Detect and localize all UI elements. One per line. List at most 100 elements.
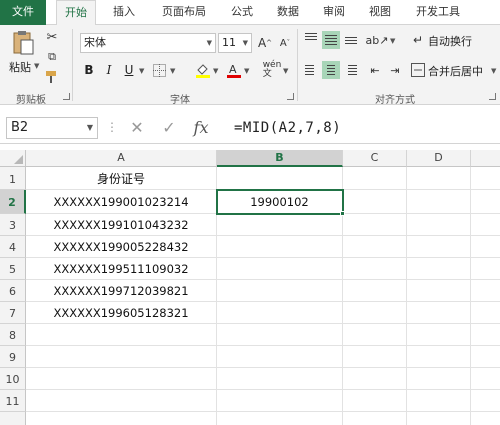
name-box-value: B2 (11, 120, 29, 135)
column-header-e[interactable] (471, 150, 500, 167)
cell-c2[interactable] (343, 190, 407, 214)
font-name-select[interactable]: 宋体 ▼ (80, 33, 216, 53)
row-header-6[interactable]: 6 (0, 280, 26, 302)
cancel-icon[interactable]: ✕ (126, 116, 148, 140)
middle-align-button[interactable] (322, 31, 340, 49)
font-group-label: 字体 (170, 95, 190, 106)
row-header-11[interactable]: 11 (0, 390, 26, 412)
cell-a2[interactable]: XXXXXX199001023214 (26, 190, 217, 214)
row-header-1[interactable]: 1 (0, 167, 26, 190)
font-color-dropdown-icon[interactable]: ▼ (244, 67, 249, 75)
row-header-8[interactable]: 8 (0, 324, 26, 346)
cell-e2[interactable] (471, 190, 500, 214)
tab-developer[interactable]: 开发工具 (408, 0, 468, 25)
clipboard-group-label: 剪贴板 (16, 95, 46, 106)
cell-a5[interactable]: XXXXXX199511109032 (26, 258, 217, 280)
chevron-down-icon: ▼ (86, 123, 93, 132)
decrease-indent-icon[interactable]: ⇤ (366, 61, 384, 79)
cell-b1[interactable] (217, 167, 343, 190)
column-d-cells[interactable] (407, 214, 471, 425)
alignment-launcher-icon[interactable] (489, 93, 496, 100)
column-header-c[interactable]: C (343, 150, 407, 167)
ribbon-tab-bar: 文件 开始 插入 页面布局 公式 数据 审阅 视图 开发工具 (0, 0, 500, 26)
center-align-button[interactable] (322, 61, 340, 79)
paste-dropdown-icon[interactable]: ▼ (34, 62, 39, 70)
cell-a3[interactable]: XXXXXX199101043232 (26, 214, 217, 236)
shrink-font-icon[interactable]: Aˇ (276, 35, 294, 51)
bottom-align-button[interactable] (342, 31, 360, 49)
tab-review[interactable]: 审阅 (314, 0, 354, 25)
tab-view[interactable]: 视图 (360, 0, 400, 25)
cell-a8[interactable] (26, 324, 217, 346)
cell-a10[interactable] (26, 368, 217, 390)
font-size-select[interactable]: 11 ▼ (218, 33, 252, 53)
row-header-12[interactable] (0, 412, 26, 425)
insert-function-icon[interactable]: fx (190, 116, 212, 140)
orientation-icon[interactable]: ab↗ (366, 31, 389, 49)
grow-font-icon[interactable]: A ^ (256, 35, 274, 51)
formula-input[interactable]: =MID(A2,7,8) (226, 116, 500, 140)
row-header-9[interactable]: 9 (0, 346, 26, 368)
row-header-4[interactable]: 4 (0, 236, 26, 258)
column-e-cells[interactable] (471, 214, 500, 425)
name-box[interactable]: B2 ▼ (6, 117, 98, 139)
cell-e1[interactable] (471, 167, 500, 190)
wrap-text-icon[interactable]: ↵ (410, 31, 426, 49)
wrap-text-button[interactable]: 自动换行 (428, 33, 472, 49)
column-header-b[interactable]: B (217, 150, 343, 167)
phonetic-icon[interactable]: wén 文 (262, 59, 282, 81)
bold-button[interactable]: B (80, 61, 98, 79)
row-header-3[interactable]: 3 (0, 214, 26, 236)
fill-color-dropdown-icon[interactable]: ▼ (213, 67, 218, 75)
cell-a11[interactable] (26, 390, 217, 412)
merge-center-button[interactable]: 合并后居中 (428, 63, 483, 79)
cell-a7[interactable]: XXXXXX199605128321 (26, 302, 217, 324)
orientation-dropdown-icon[interactable]: ▼ (390, 37, 395, 45)
increase-indent-icon[interactable]: ⇥ (386, 61, 404, 79)
cell-a4[interactable]: XXXXXX199005228432 (26, 236, 217, 258)
right-align-button[interactable] (342, 61, 360, 79)
left-align-button[interactable] (302, 61, 320, 79)
tab-file[interactable]: 文件 (0, 0, 46, 25)
row-header-2[interactable]: 2 (0, 190, 26, 214)
tab-home[interactable]: 开始 (56, 0, 96, 26)
row-header-7[interactable]: 7 (0, 302, 26, 324)
tab-data[interactable]: 数据 (268, 0, 308, 25)
tab-insert[interactable]: 插入 (104, 0, 144, 25)
merge-center-icon[interactable] (410, 61, 426, 79)
format-painter-icon[interactable] (44, 69, 60, 85)
italic-button[interactable]: I (100, 61, 118, 79)
tab-page-layout[interactable]: 页面布局 (152, 0, 216, 25)
enter-icon[interactable]: ✓ (158, 116, 180, 140)
copy-icon[interactable]: ⧉ (44, 49, 60, 65)
fill-color-icon[interactable] (194, 61, 212, 79)
top-align-button[interactable] (302, 31, 320, 49)
select-all-button[interactable] (0, 150, 26, 167)
column-header-a[interactable]: A (26, 150, 217, 167)
font-color-icon[interactable]: A (225, 61, 243, 79)
cell-c1[interactable] (343, 167, 407, 190)
cell-d2[interactable] (407, 190, 471, 214)
underline-button[interactable]: U (120, 61, 138, 79)
underline-dropdown-icon[interactable]: ▼ (139, 67, 144, 75)
cell-a12[interactable] (26, 412, 217, 425)
borders-dropdown-icon[interactable]: ▼ (170, 67, 175, 75)
fill-handle[interactable] (340, 211, 345, 216)
row-header-5[interactable]: 5 (0, 258, 26, 280)
borders-icon[interactable] (150, 61, 168, 79)
cell-a9[interactable] (26, 346, 217, 368)
group-divider (72, 29, 73, 101)
phonetic-dropdown-icon[interactable]: ▼ (283, 67, 288, 75)
cell-a6[interactable]: XXXXXX199712039821 (26, 280, 217, 302)
tab-formulas[interactable]: 公式 (222, 0, 262, 25)
font-launcher-icon[interactable] (287, 93, 294, 100)
clipboard-launcher-icon[interactable] (63, 93, 70, 100)
column-header-d[interactable]: D (407, 150, 471, 167)
column-b-cells[interactable] (217, 214, 343, 425)
cell-a1[interactable]: 身份证号 (26, 167, 217, 190)
column-c-cells[interactable] (343, 214, 407, 425)
cell-d1[interactable] (407, 167, 471, 190)
merge-dropdown-icon[interactable]: ▼ (491, 67, 496, 75)
cut-icon[interactable]: ✂ (44, 29, 60, 45)
row-header-10[interactable]: 10 (0, 368, 26, 390)
